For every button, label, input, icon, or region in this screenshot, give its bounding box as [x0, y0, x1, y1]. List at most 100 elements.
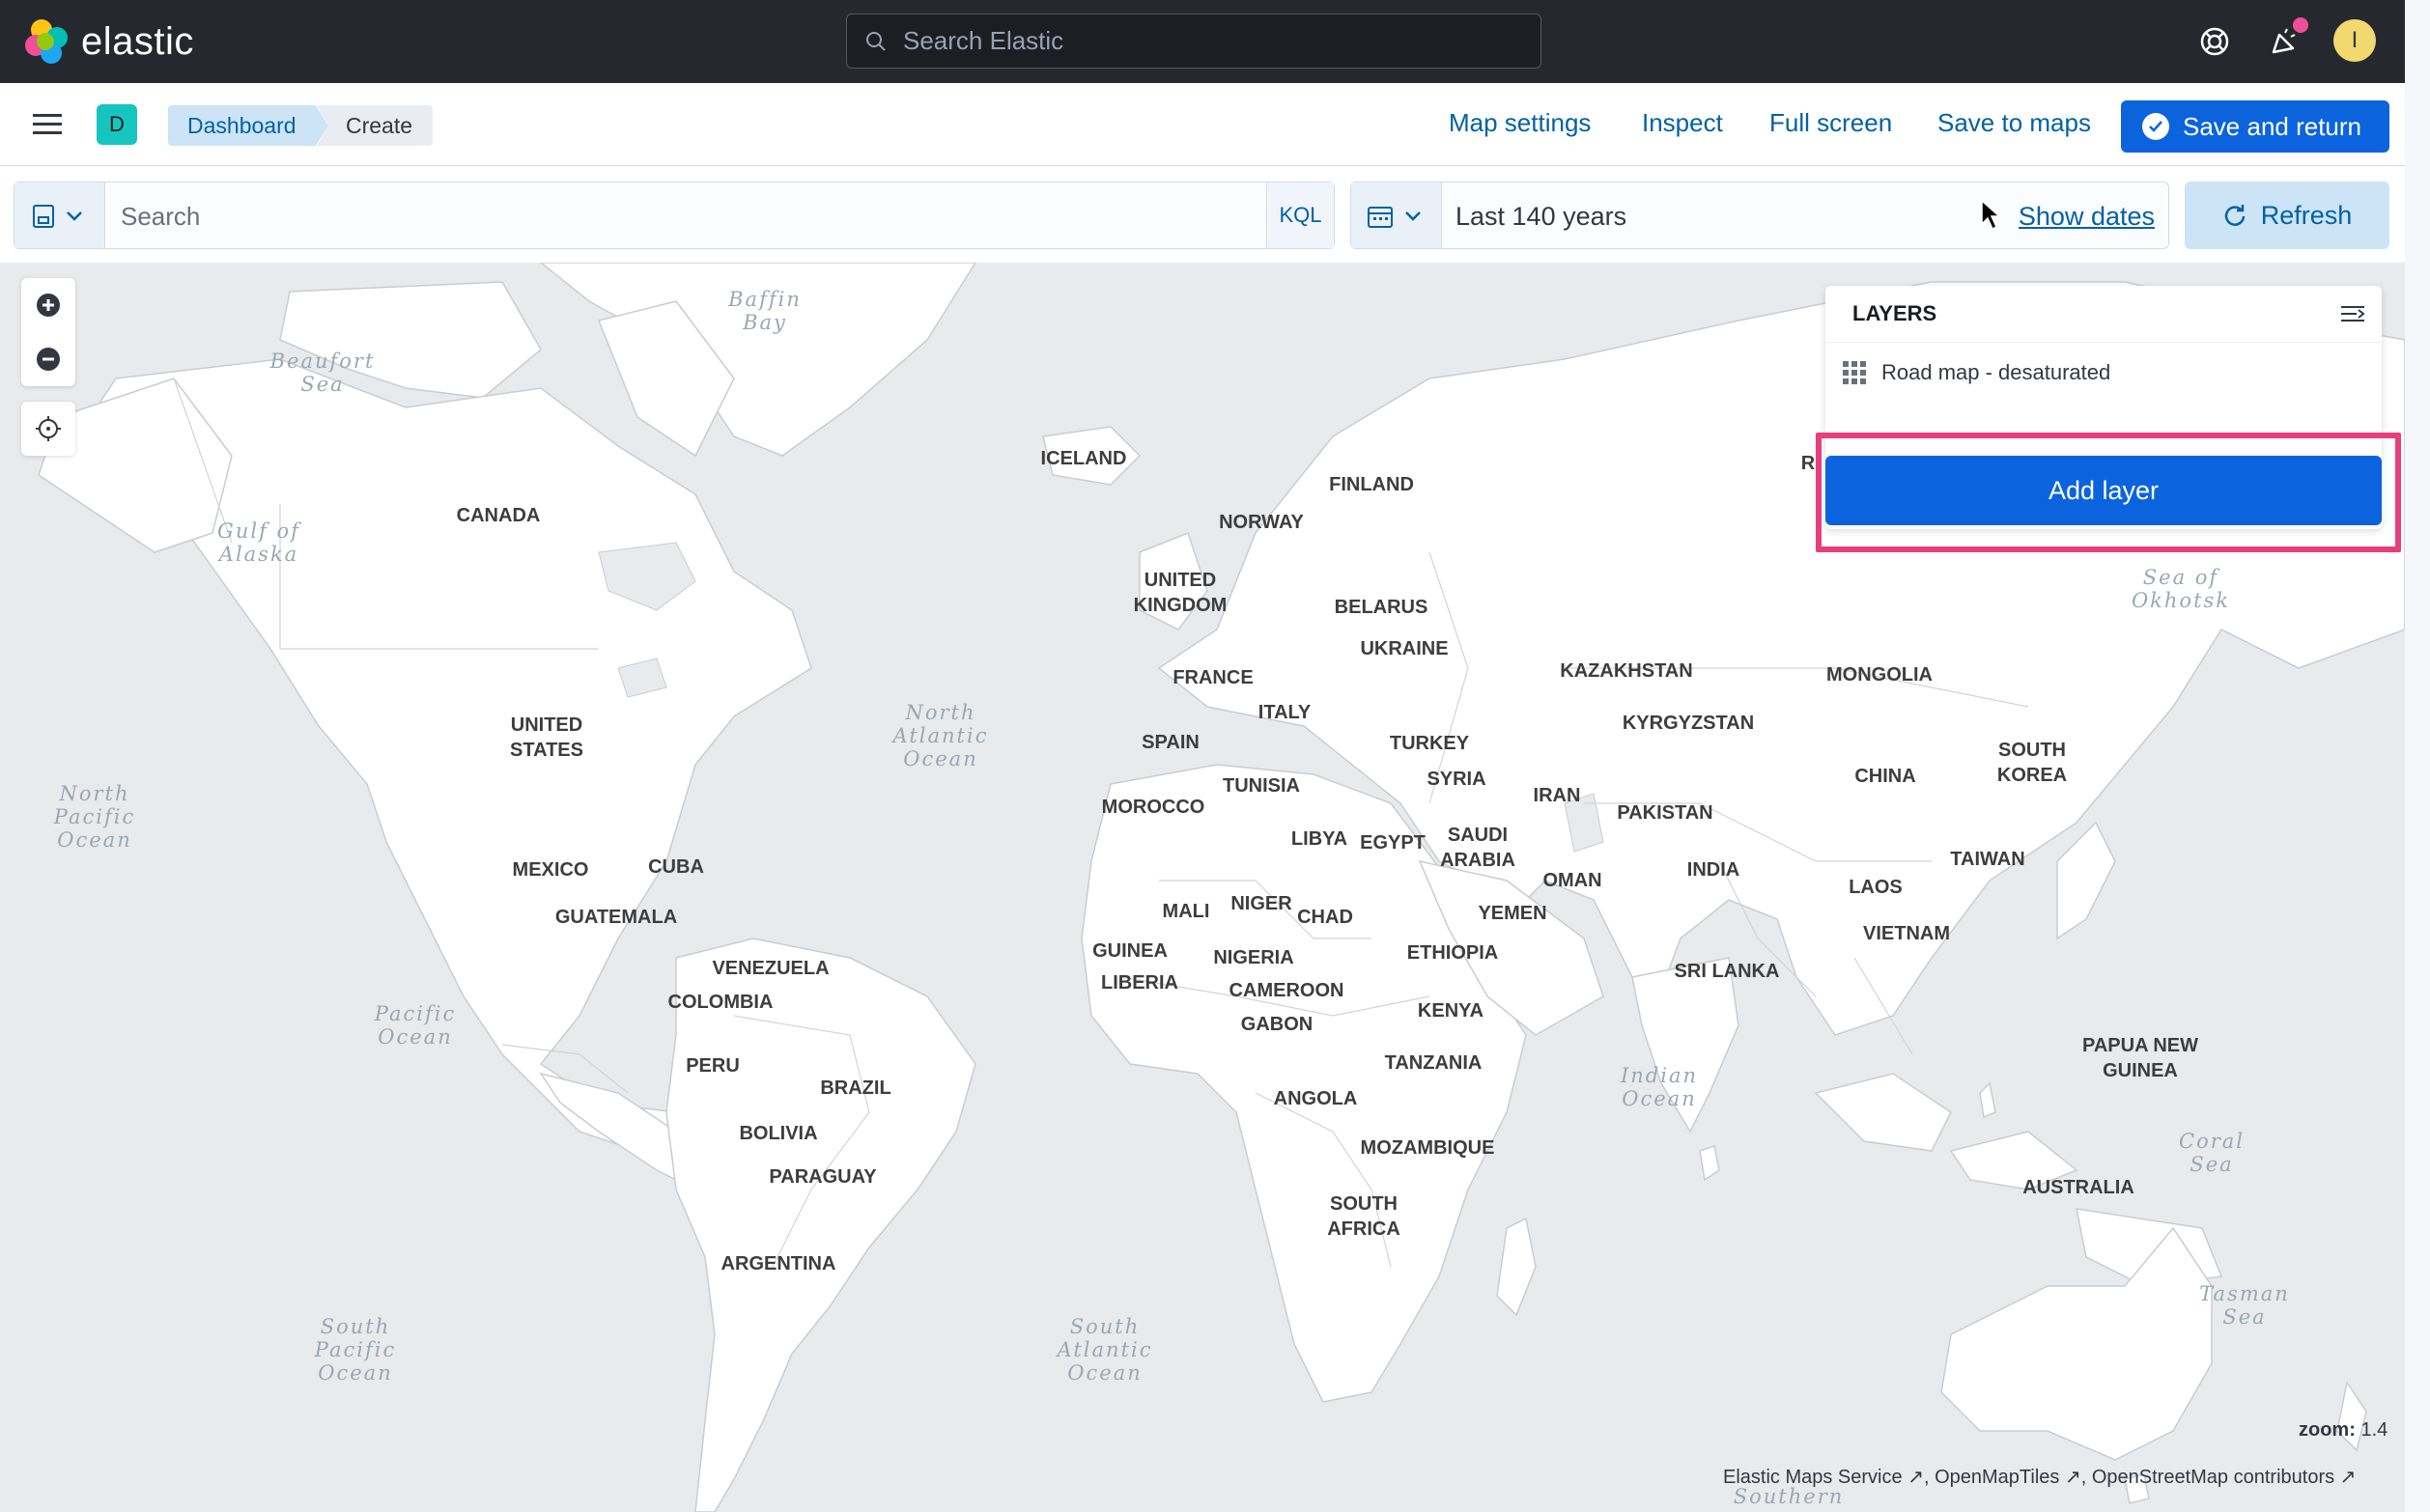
map-label-canada: CANADA — [456, 505, 541, 526]
help-icon[interactable] — [2194, 21, 2235, 62]
refresh-icon — [2224, 205, 2245, 226]
query-search-input[interactable]: Search — [121, 202, 200, 232]
map-label-south-africa: SOUTH AFRICA — [1327, 1193, 1400, 1240]
menu-icon[interactable] — [31, 112, 64, 137]
elastic-logo[interactable]: elastic — [25, 19, 194, 64]
space-avatar[interactable]: D — [97, 104, 137, 145]
map-label-angola: ANGOLA — [1273, 1088, 1358, 1109]
zoom-out-button[interactable] — [21, 332, 75, 386]
map-label-beaufort-sea: Beaufort Sea — [269, 350, 376, 396]
map-label-pacific: Pacific Ocean — [374, 1002, 457, 1049]
map-label-libya: LIBYA — [1290, 828, 1348, 850]
map-label-niger: NIGER — [1230, 893, 1292, 914]
map-label-gabon: GABON — [1240, 1014, 1314, 1035]
layer-row[interactable]: Road map - desaturated — [1841, 359, 2110, 386]
search-icon — [866, 31, 886, 51]
time-range-label[interactable]: Last 140 years — [1455, 202, 1626, 232]
save-to-maps-link[interactable]: Save to maps — [1937, 108, 2091, 138]
map-label-mali: MALI — [1162, 901, 1210, 922]
map-label-argentina: ARGENTINA — [721, 1253, 836, 1274]
map-label-italy: ITALY — [1257, 702, 1312, 723]
full-screen-link[interactable]: Full screen — [1769, 108, 1892, 138]
map-label-china: CHINA — [1854, 766, 1916, 787]
save-and-return-button[interactable]: Save and return — [2121, 100, 2389, 153]
map-label-south-pacific: South Pacific Ocean — [314, 1315, 397, 1385]
refresh-label: Refresh — [2260, 200, 2353, 230]
map-label-mozambique: MOZAMBIQUE — [1360, 1137, 1495, 1159]
map-label-ethiopia: ETHIOPIA — [1406, 942, 1499, 964]
query-language-button[interactable]: KQL — [1266, 182, 1334, 248]
zoom-readout: zoom: 1.4 — [2299, 1419, 2388, 1442]
page-scrollbar[interactable] — [2405, 0, 2430, 1512]
map-label-cameroon: CAMEROON — [1229, 980, 1344, 1001]
map-label-india: INDIA — [1686, 859, 1740, 881]
attribution-osm-link[interactable]: OpenStreetMap contributors — [2092, 1467, 2334, 1488]
map-label-tunisia: TUNISIA — [1223, 775, 1300, 797]
set-view-button[interactable] — [21, 402, 75, 456]
zoom-label: zoom: — [2299, 1419, 2356, 1441]
inspect-link[interactable]: Inspect — [1642, 108, 1723, 138]
collapse-panel-icon[interactable] — [2337, 299, 2368, 328]
map-label-guinea: GUINEA — [1092, 940, 1168, 962]
attribution-ems-link[interactable]: Elastic Maps Service — [1723, 1467, 1903, 1488]
add-layer-button[interactable]: Add layer — [1825, 456, 2382, 525]
map-label-iran: IRAN — [1533, 785, 1581, 806]
map-label-paraguay: PARAGUAY — [769, 1166, 877, 1188]
save-icon — [33, 205, 54, 228]
map-label-sea-of-okhotsk: Sea of Okhotsk — [2131, 566, 2231, 612]
map-label-pakistan: PAKISTAN — [1617, 802, 1713, 824]
breadcrumb-create: Create — [317, 105, 433, 146]
external-link-icon: ↗ — [2064, 1467, 2081, 1488]
show-dates-link[interactable]: Show dates — [2019, 202, 2155, 232]
map-label-kyrgyzstan: KYRGYZSTAN — [1622, 713, 1755, 734]
chevron-down-icon — [67, 211, 82, 221]
map-label-tanzania: TANZANIA — [1384, 1052, 1483, 1074]
map-label-laos: LAOS — [1849, 877, 1903, 898]
attribution-omt-link[interactable]: OpenMapTiles — [1935, 1467, 2059, 1488]
map-label-guatemala: GUATEMALA — [554, 907, 678, 928]
query-bar: Search KQL Last 140 years Show dates Ref… — [0, 166, 2405, 263]
app-bar: D Dashboard Create Map settings Inspect … — [0, 83, 2405, 166]
map-label-indian: Indian Ocean — [1620, 1064, 1699, 1110]
map-label-morocco: MOROCCO — [1101, 797, 1205, 818]
map-label-saudi-arabia: SAUDI ARABIA — [1440, 825, 1515, 871]
map-label-south-atlantic: South Atlantic Ocean — [1057, 1315, 1153, 1385]
map-label-mongolia: MONGOLIA — [1826, 664, 1933, 686]
map-label-turkey: TURKEY — [1389, 733, 1470, 754]
query-input-group: Search KQL — [14, 182, 1335, 249]
map-label-mexico: MEXICO — [512, 859, 589, 881]
map-label-oman: OMAN — [1542, 870, 1602, 891]
crosshair-icon — [36, 416, 61, 441]
external-link-icon: ↗ — [1907, 1467, 1924, 1488]
map-settings-link[interactable]: Map settings — [1449, 108, 1591, 138]
map-label-united-kingdom: UNITED KINGDOM — [1133, 570, 1228, 616]
map-label-united-states: UNITED STATES — [510, 714, 583, 761]
map-label-norway: NORWAY — [1219, 512, 1304, 533]
global-search-input[interactable]: Search Elastic — [846, 14, 1541, 69]
map-label-spain: SPAIN — [1142, 732, 1200, 753]
map-label-south-korea: SOUTH KOREA — [1996, 740, 2068, 786]
map-label-north-pacific: North Pacific Ocean — [53, 782, 136, 852]
map-label-ukraine: UKRAINE — [1360, 638, 1449, 659]
map-label-venezuela: VENEZUELA — [712, 958, 830, 979]
map-label-yemen: YEMEN — [1478, 903, 1547, 924]
map-label-chad: CHAD — [1297, 907, 1353, 928]
zoom-in-button[interactable] — [21, 278, 75, 332]
zoom-controls — [21, 278, 75, 386]
saved-query-button[interactable] — [14, 182, 105, 248]
global-header: elastic Search Elastic I — [0, 0, 2405, 83]
global-search-placeholder: Search Elastic — [903, 26, 1064, 55]
map-label-gulf-of-alaska: Gulf of Alaska — [217, 519, 300, 566]
minus-icon — [37, 348, 60, 371]
user-avatar[interactable]: I — [2333, 19, 2376, 62]
check-icon — [2142, 113, 2169, 140]
map-attribution: Elastic Maps Service ↗, OpenMapTiles ↗, … — [1723, 1467, 2357, 1488]
refresh-button[interactable]: Refresh — [2185, 182, 2389, 249]
quick-select-button[interactable] — [1351, 182, 1442, 248]
save-and-return-label: Save and return — [2183, 111, 2362, 141]
map-label-iceland: ICELAND — [1040, 448, 1127, 469]
mouse-cursor-icon — [1981, 199, 2001, 231]
calendar-icon — [1368, 207, 1393, 228]
breadcrumb-dashboard[interactable]: Dashboard — [168, 105, 328, 146]
map-label-peru: PERU — [686, 1055, 740, 1077]
